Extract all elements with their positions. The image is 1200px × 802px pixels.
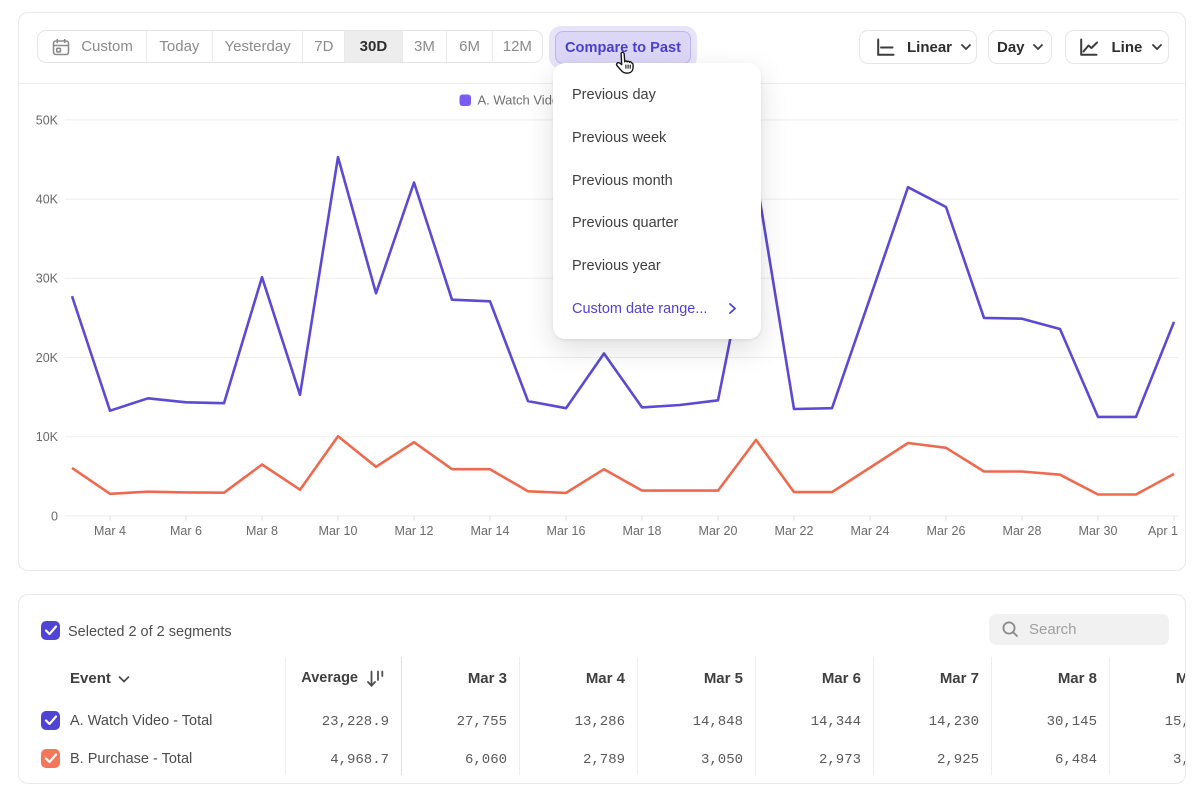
svg-text:Mar 4: Mar 4 <box>94 524 126 538</box>
svg-text:Mar 10: Mar 10 <box>319 524 358 538</box>
svg-text:Mar 18: Mar 18 <box>623 524 662 538</box>
svg-text:0: 0 <box>51 509 58 523</box>
svg-text:10K: 10K <box>36 430 59 444</box>
svg-text:Mar 12: Mar 12 <box>395 524 434 538</box>
svg-text:30K: 30K <box>36 272 59 286</box>
svg-text:Mar 8: Mar 8 <box>246 524 278 538</box>
svg-text:Mar 26: Mar 26 <box>927 524 966 538</box>
svg-text:40K: 40K <box>36 193 59 207</box>
svg-text:Mar 6: Mar 6 <box>170 524 202 538</box>
svg-text:Mar 14: Mar 14 <box>471 524 510 538</box>
svg-text:Mar 22: Mar 22 <box>775 524 814 538</box>
svg-text:Mar 20: Mar 20 <box>699 524 738 538</box>
svg-text:20K: 20K <box>36 351 59 365</box>
svg-text:50K: 50K <box>36 113 59 127</box>
svg-text:Mar 24: Mar 24 <box>851 524 890 538</box>
svg-text:Apr 1: Apr 1 <box>1148 524 1178 538</box>
svg-text:Mar 28: Mar 28 <box>1003 524 1042 538</box>
svg-text:Mar 16: Mar 16 <box>547 524 586 538</box>
svg-text:Mar 30: Mar 30 <box>1079 524 1118 538</box>
